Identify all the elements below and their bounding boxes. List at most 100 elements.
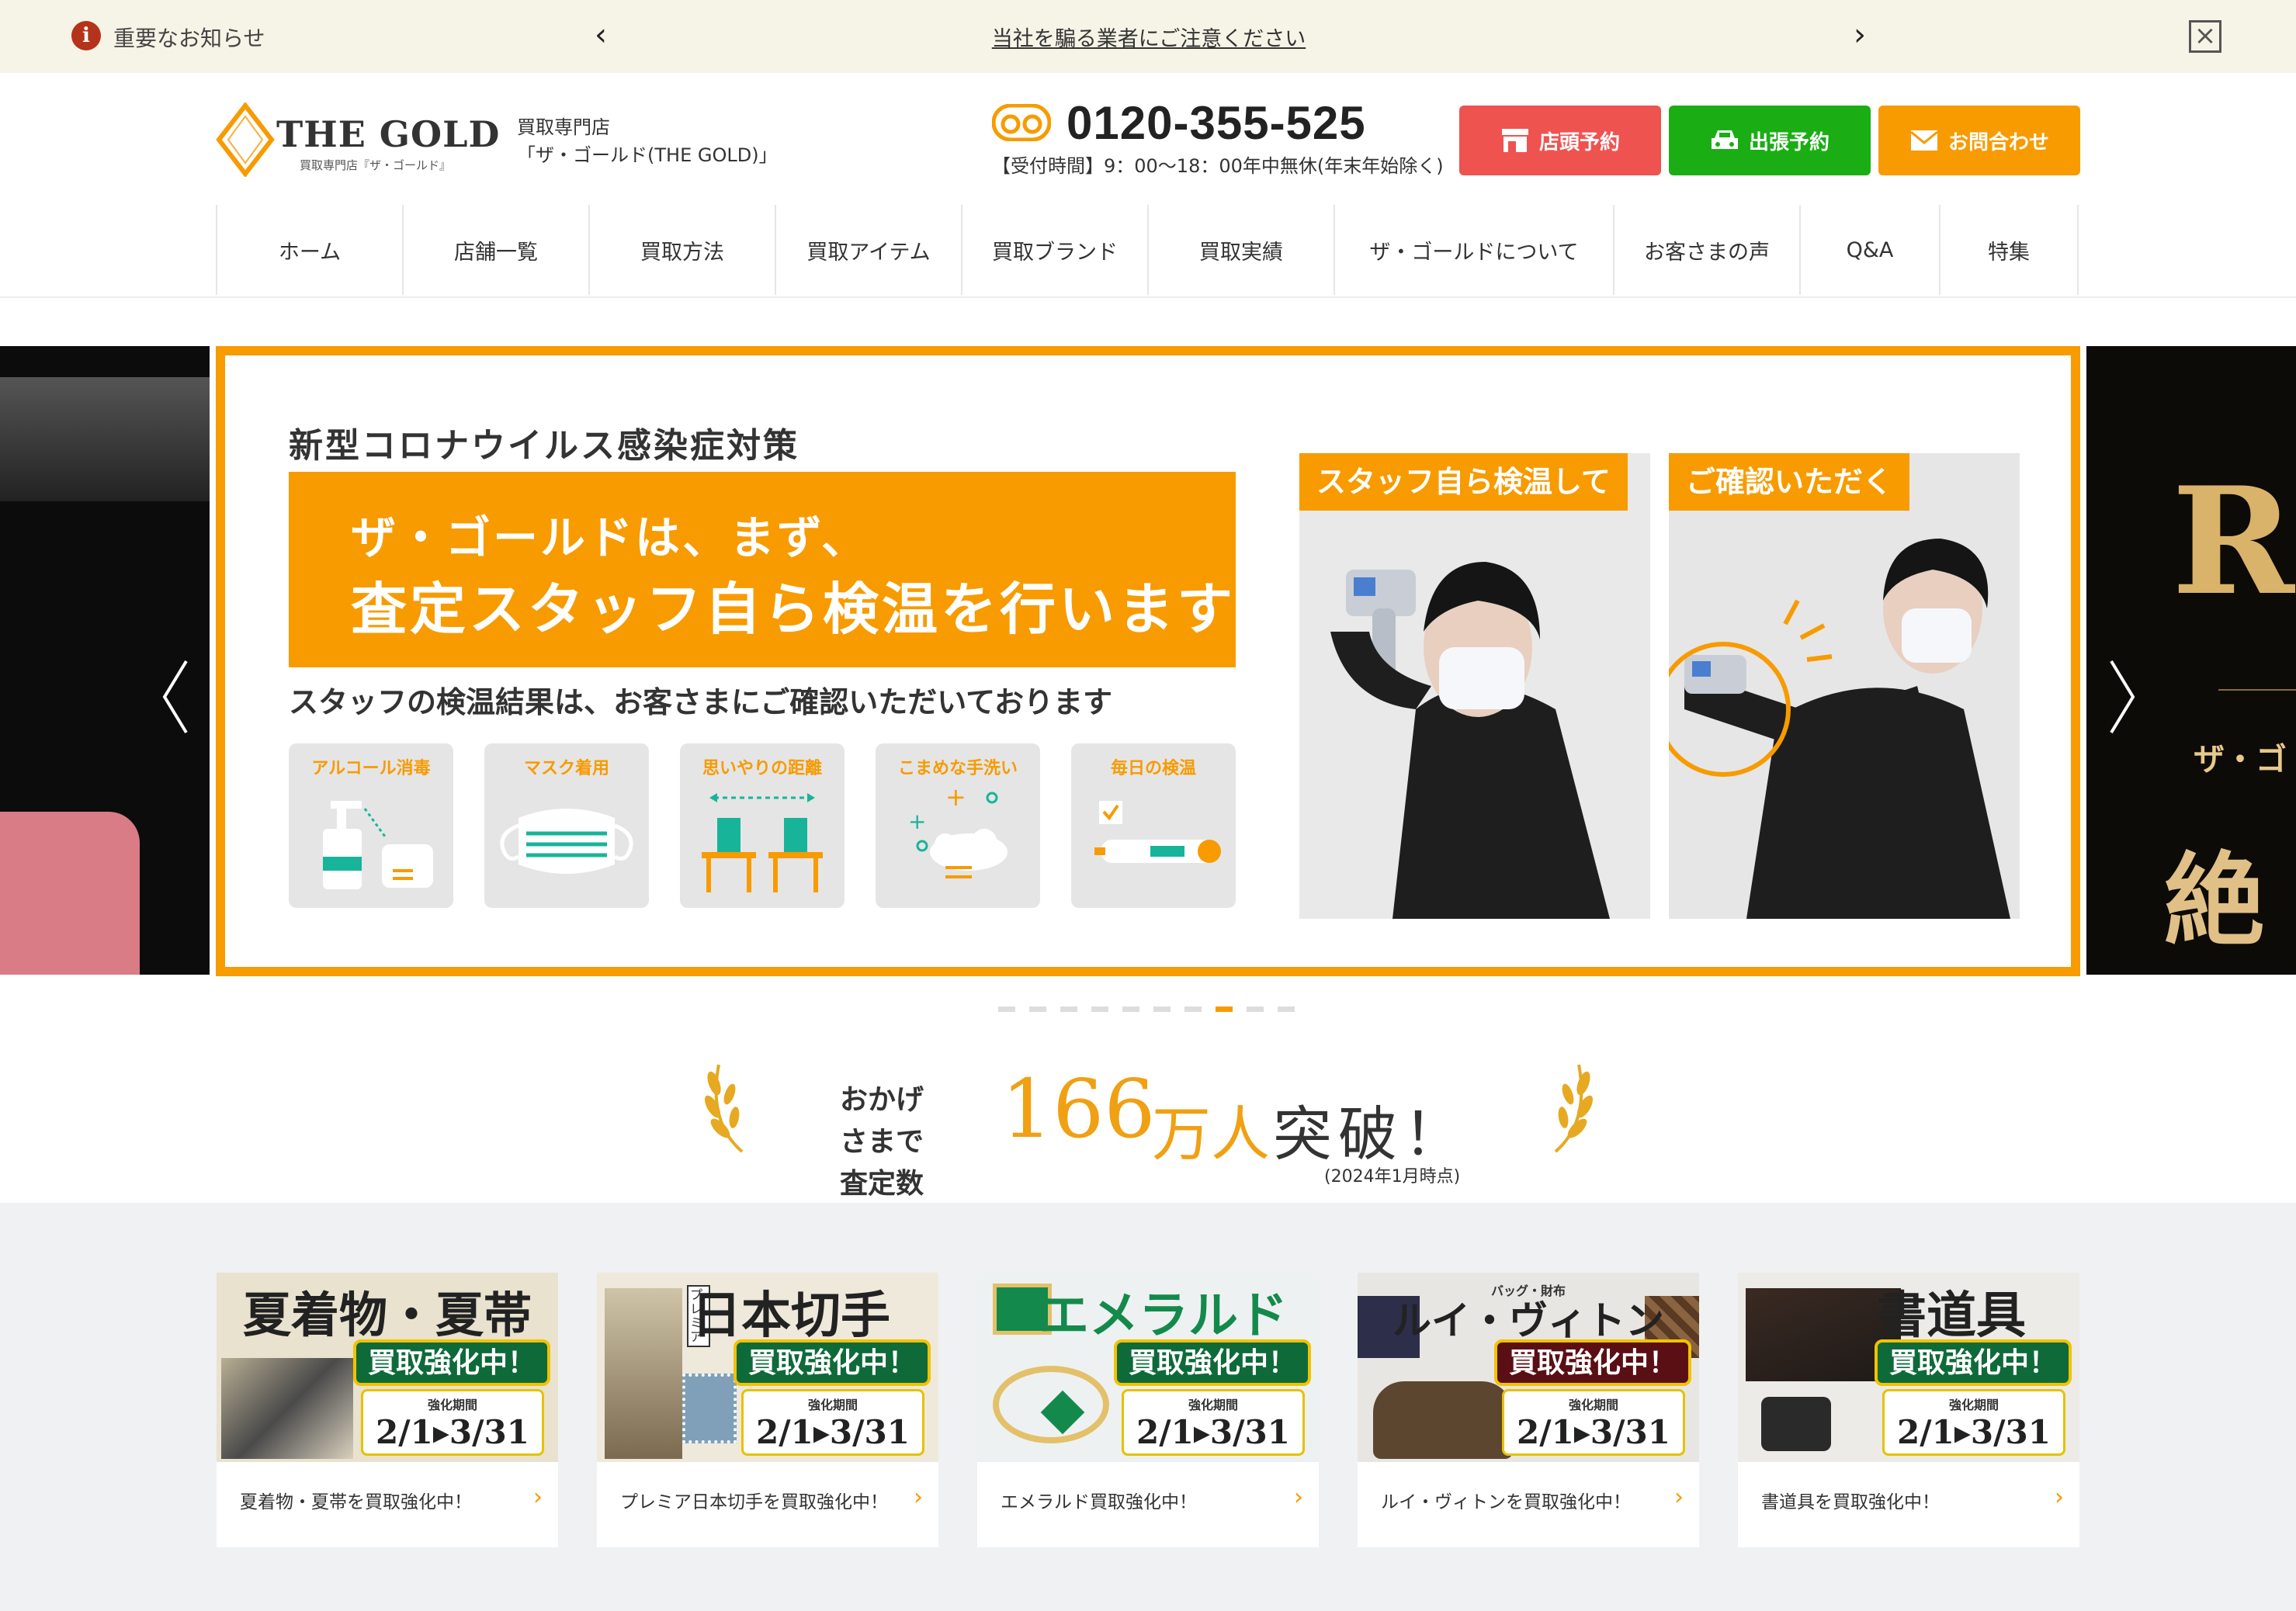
logo-diamond-icon[interactable] [216,102,275,177]
measure-card-distance: 思いやりの距離 [680,743,845,908]
contact-label: お問合わせ [1947,130,2049,154]
campaign-period: 強化期間 2/1▸3/31 [741,1389,924,1456]
campaign-card-calligraphy[interactable]: 書道具 買取強化中！ 強化期間 2/1▸3/31 書道具を買取強化中！ › [1738,1273,2079,1547]
nav-item-stores[interactable]: 店舗一覧 [402,205,588,295]
campaign-period: 強化期間 2/1▸3/31 [1502,1389,1685,1456]
period-dates: 2/1▸3/31 [1136,1413,1290,1451]
main-slide[interactable]: 新型コロナウイルス感染症対策 ザ・ゴールドは、まず、 査定スタッフ自ら検温を行い… [216,346,2080,976]
measure-card-mask: マスク着用 [484,743,649,908]
nav-item-voices[interactable]: お客さまの声 [1613,205,1799,295]
slider-dot[interactable] [1060,1006,1077,1012]
close-icon[interactable]: × [2189,20,2221,53]
slider-dot[interactable] [998,1006,1015,1012]
phone-number[interactable]: 0120-355-525 [1066,96,1366,150]
chevron-right-icon: › [1294,1484,1303,1511]
slider-dot[interactable] [1278,1006,1295,1012]
campaign-banner-image: 夏着物・夏帯 買取強化中！ 強化期間 2/1▸3/31 [217,1273,558,1462]
campaign-banner-image: エメラルド 買取強化中！ 強化期間 2/1▸3/31 [977,1273,1319,1462]
store-reservation-button[interactable]: 店頭予約 [1459,106,1661,175]
slider-dot[interactable] [1153,1006,1171,1012]
measure-card-alcohol: アルコール消毒 [289,743,453,908]
nav-item-methods[interactable]: 買取方法 [588,205,775,295]
nav-item-brands[interactable]: 買取ブランド [961,205,1147,295]
achievement-prefix: おかげさまで 査定数 [839,1083,924,1200]
campaign-caption: 書道具を買取強化中！ [1761,1492,1940,1512]
slider-prev-arrow-icon[interactable] [160,658,191,736]
campaign-card-louis-vuitton[interactable]: バッグ・財布 ルイ・ヴィトン 買取強化中！ 強化期間 2/1▸3/31 ルイ・ヴィ… [1358,1273,1699,1547]
slider-dot[interactable] [1247,1006,1264,1012]
handwash-icon: ++ [908,782,1008,878]
store-icon [1501,129,1528,152]
period-dates: 2/1▸3/31 [1897,1413,2051,1451]
global-nav: ホーム 店舗一覧 買取方法 買取アイテム 買取ブランド 買取実績 ザ・ゴールドに… [216,205,2079,295]
mail-icon [1910,130,1938,151]
slider-dot[interactable] [1029,1006,1046,1012]
notice-prev-arrow-icon[interactable]: ‹ [585,16,616,54]
photo-caption-2: ご確認いただく [1669,453,1910,511]
period-label: 強化期間 [807,1398,858,1412]
campaign-card-japan-stamps[interactable]: プレミア 日本切手 買取強化中！ 強化期間 2/1▸3/31 プレミア日本切手を買… [597,1273,938,1547]
mask-icon [500,809,633,874]
campaign-badge: 買取強化中！ [1875,1339,2072,1386]
campaign-period: 強化期間 2/1▸3/31 [1122,1389,1305,1456]
nav-item-items[interactable]: 買取アイテム [775,205,961,295]
contact-button[interactable]: お問合わせ [1878,106,2080,175]
campaign-card-emerald[interactable]: エメラルド 買取強化中！ 強化期間 2/1▸3/31 エメラルド買取強化中！ › [977,1273,1319,1547]
peek-bottom-text: 絶対 [2164,841,2266,960]
inkstone-photo [1761,1397,1831,1451]
campaign-heading: 夏着物・夏帯 [242,1287,532,1343]
visit-reservation-button[interactable]: 出張予約 [1669,106,1871,175]
period-label: 強化期間 [1188,1398,1238,1412]
campaign-heading: 書道具 [1877,1287,2026,1345]
logo-text[interactable]: THE GOLD [276,113,500,155]
gift-wrap-image [0,812,140,975]
distance-icon [702,793,823,892]
notice-label: 重要なお知らせ [113,26,265,51]
nav-item-features[interactable]: 特集 [1939,205,2079,295]
nav-item-about[interactable]: ザ・ゴールドについて [1334,205,1613,295]
hero-slider: 新型コロナウイルス感染症対策 ザ・ゴールドは、まず、 査定スタッフ自ら検温を行い… [0,346,2296,976]
campaign-caption: 夏着物・夏帯を買取強化中！ [240,1492,472,1512]
svg-text:+: + [908,809,926,834]
store-desc-line2: 「ザ・ゴールド(THE GOLD)」 [517,144,778,166]
staff-self-check-photo: スタッフ自ら検温して [1299,453,1650,919]
period-label: 強化期間 [427,1398,477,1412]
measure-card-label: 思いやりの距離 [702,759,822,778]
measure-card-temperature: 毎日の検温 [1071,743,1236,908]
campaign-period: 強化期間 2/1▸3/31 [1882,1389,2065,1456]
thermometer-icon [1094,801,1221,863]
slide-banner-line1: ザ・ゴールドは、まず、 [351,511,869,564]
peek-mid-text: ザ・ゴ [2194,741,2287,778]
slider-dot[interactable] [1216,1006,1233,1012]
chevron-right-icon: › [2055,1484,2064,1511]
notice-message-link[interactable]: 当社を騙る業者にご注意ください [761,22,1537,52]
business-hours: 【受付時間】9：00〜18：00年中無休(年末年始除く) [992,155,1444,177]
roof-image [0,377,210,501]
slider-dot[interactable] [1122,1006,1139,1012]
slider-next-arrow-icon[interactable] [2107,658,2138,736]
measure-card-label: こまめな手洗い [897,759,1018,778]
period-dates: 2/1▸3/31 [376,1413,529,1451]
campaign-heading: 日本切手 [692,1287,890,1345]
campaign-banner-image: 書道具 買取強化中！ 強化期間 2/1▸3/31 [1738,1273,2079,1462]
campaign-badge: 買取強化中！ [734,1339,931,1386]
slide-title: 新型コロナウイルス感染症対策 [289,426,799,466]
campaign-card-summer-kimono[interactable]: 夏着物・夏帯 買取強化中！ 強化期間 2/1▸3/31 夏着物・夏帯を買取強化中！… [217,1273,558,1547]
achievement-number: 166 [1001,1062,1156,1156]
slider-dot[interactable] [1091,1006,1108,1012]
measure-card-label: アルコール消毒 [311,759,431,778]
nav-item-faq[interactable]: Q&A [1799,205,1939,295]
store-description: 買取専門店 「ザ・ゴールド(THE GOLD)」 [517,113,778,169]
notice-bar: i 重要なお知らせ ‹ 当社を騙る業者にご注意ください › × [0,0,2296,73]
notice-next-arrow-icon[interactable]: › [1844,16,1875,54]
store-reservation-label: 店頭予約 [1538,130,1620,154]
nav-item-home[interactable]: ホーム [216,205,402,295]
slide-subtitle: スタッフの検温結果は、お客さまにご確認いただいております [289,684,1112,719]
freedial-icon [992,104,1051,141]
campaign-badge: 買取強化中！ [353,1339,550,1386]
nav-item-results[interactable]: 買取実績 [1147,205,1334,295]
achievement-section: おかげさまで 査定数 166 万人 突破！ (2024年1月時点) [0,1040,2296,1203]
slider-dot[interactable] [1184,1006,1202,1012]
campaign-heading: エメラルド [1039,1287,1288,1345]
campaign-badge: 買取強化中！ [1114,1339,1311,1386]
